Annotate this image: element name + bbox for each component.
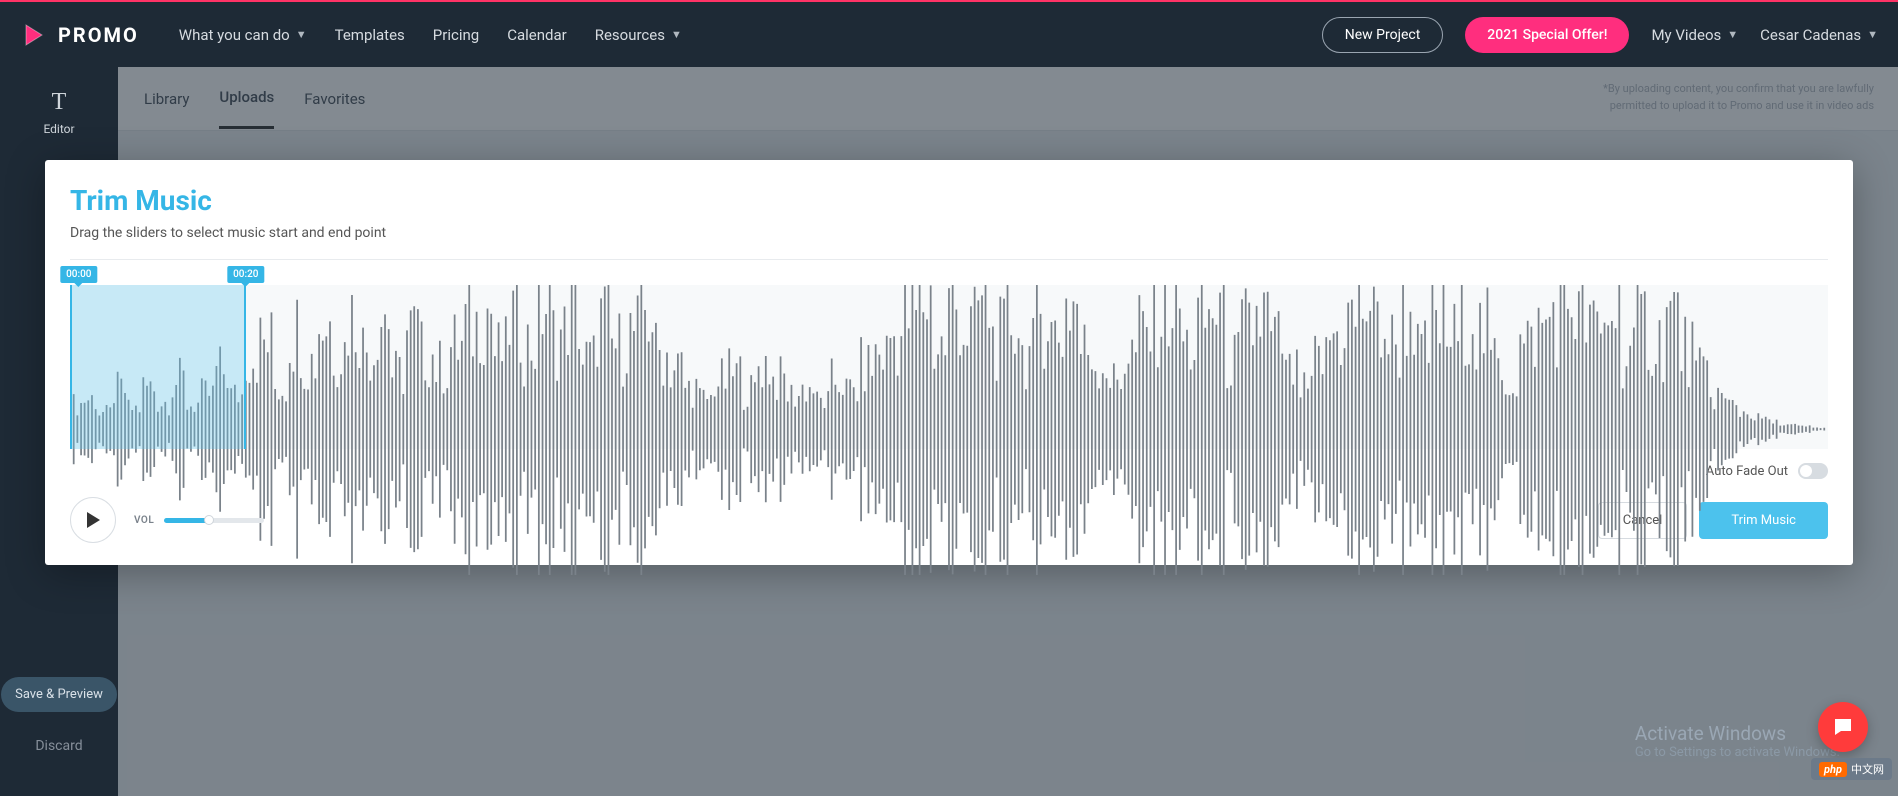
sidebar-label: Editor — [43, 122, 74, 136]
volume-thumb[interactable] — [204, 515, 214, 525]
brand-text: PROMO — [58, 23, 139, 47]
nav-what-you-can-do[interactable]: What you can do ▼ — [179, 26, 307, 44]
nav-label: My Videos — [1651, 26, 1721, 44]
nav-right: New Project 2021 Special Offer! My Video… — [1322, 17, 1878, 53]
trim-music-modal: Trim Music Drag the sliders to select mu… — [45, 160, 1853, 565]
waveform — [70, 285, 1828, 575]
sidebar-editor[interactable]: T Editor — [43, 89, 74, 136]
activate-title: Activate Windows — [1635, 722, 1840, 745]
save-preview-button[interactable]: Save & Preview — [1, 677, 117, 712]
start-time-tag[interactable]: 00:00 — [60, 266, 97, 283]
logo[interactable]: PROMO — [20, 21, 139, 49]
special-offer-button[interactable]: 2021 Special Offer! — [1465, 17, 1629, 53]
activate-sub: Go to Settings to activate Windows. — [1635, 745, 1840, 760]
discard-button[interactable]: Discard — [35, 738, 82, 754]
nav-left: What you can do ▼ Templates Pricing Calen… — [179, 26, 682, 44]
logo-icon — [20, 21, 48, 49]
nav-label: Cesar Cadenas — [1760, 26, 1861, 44]
trim-selection[interactable] — [70, 285, 246, 449]
nav-templates[interactable]: Templates — [335, 26, 405, 44]
volume-slider[interactable] — [164, 518, 264, 523]
chevron-down-icon: ▼ — [1727, 28, 1738, 41]
chat-icon — [1831, 715, 1855, 739]
new-project-button[interactable]: New Project — [1322, 17, 1444, 53]
activate-windows: Activate Windows Go to Settings to activ… — [1635, 722, 1840, 760]
nav-label: What you can do — [179, 26, 290, 44]
fade-toggle[interactable] — [1798, 463, 1828, 479]
top-nav: PROMO What you can do ▼ Templates Pricing… — [0, 2, 1898, 67]
chevron-down-icon: ▼ — [296, 28, 307, 41]
waveform-container[interactable]: 00:00 00:20 — [70, 259, 1828, 449]
user-menu[interactable]: Cesar Cadenas ▼ — [1760, 26, 1878, 44]
badge-a: php — [1819, 762, 1847, 777]
nav-calendar[interactable]: Calendar — [507, 26, 567, 44]
modal-title: Trim Music — [70, 184, 1828, 217]
badge-b: 中文网 — [1851, 761, 1884, 777]
chevron-down-icon: ▼ — [671, 28, 682, 41]
nav-resources[interactable]: Resources ▼ — [595, 26, 682, 44]
nav-pricing[interactable]: Pricing — [433, 26, 479, 44]
chat-fab[interactable] — [1818, 702, 1868, 752]
chevron-down-icon: ▼ — [1867, 28, 1878, 41]
sidebar-bottom: Save & Preview Discard — [0, 679, 118, 796]
nav-label: Resources — [595, 26, 665, 44]
my-videos-menu[interactable]: My Videos ▼ — [1651, 26, 1738, 44]
modal-subtitle: Drag the sliders to select music start a… — [70, 225, 1828, 241]
end-time-tag[interactable]: 00:20 — [227, 266, 264, 283]
php-badge: php 中文网 — [1811, 758, 1892, 780]
text-icon: T — [52, 89, 67, 116]
